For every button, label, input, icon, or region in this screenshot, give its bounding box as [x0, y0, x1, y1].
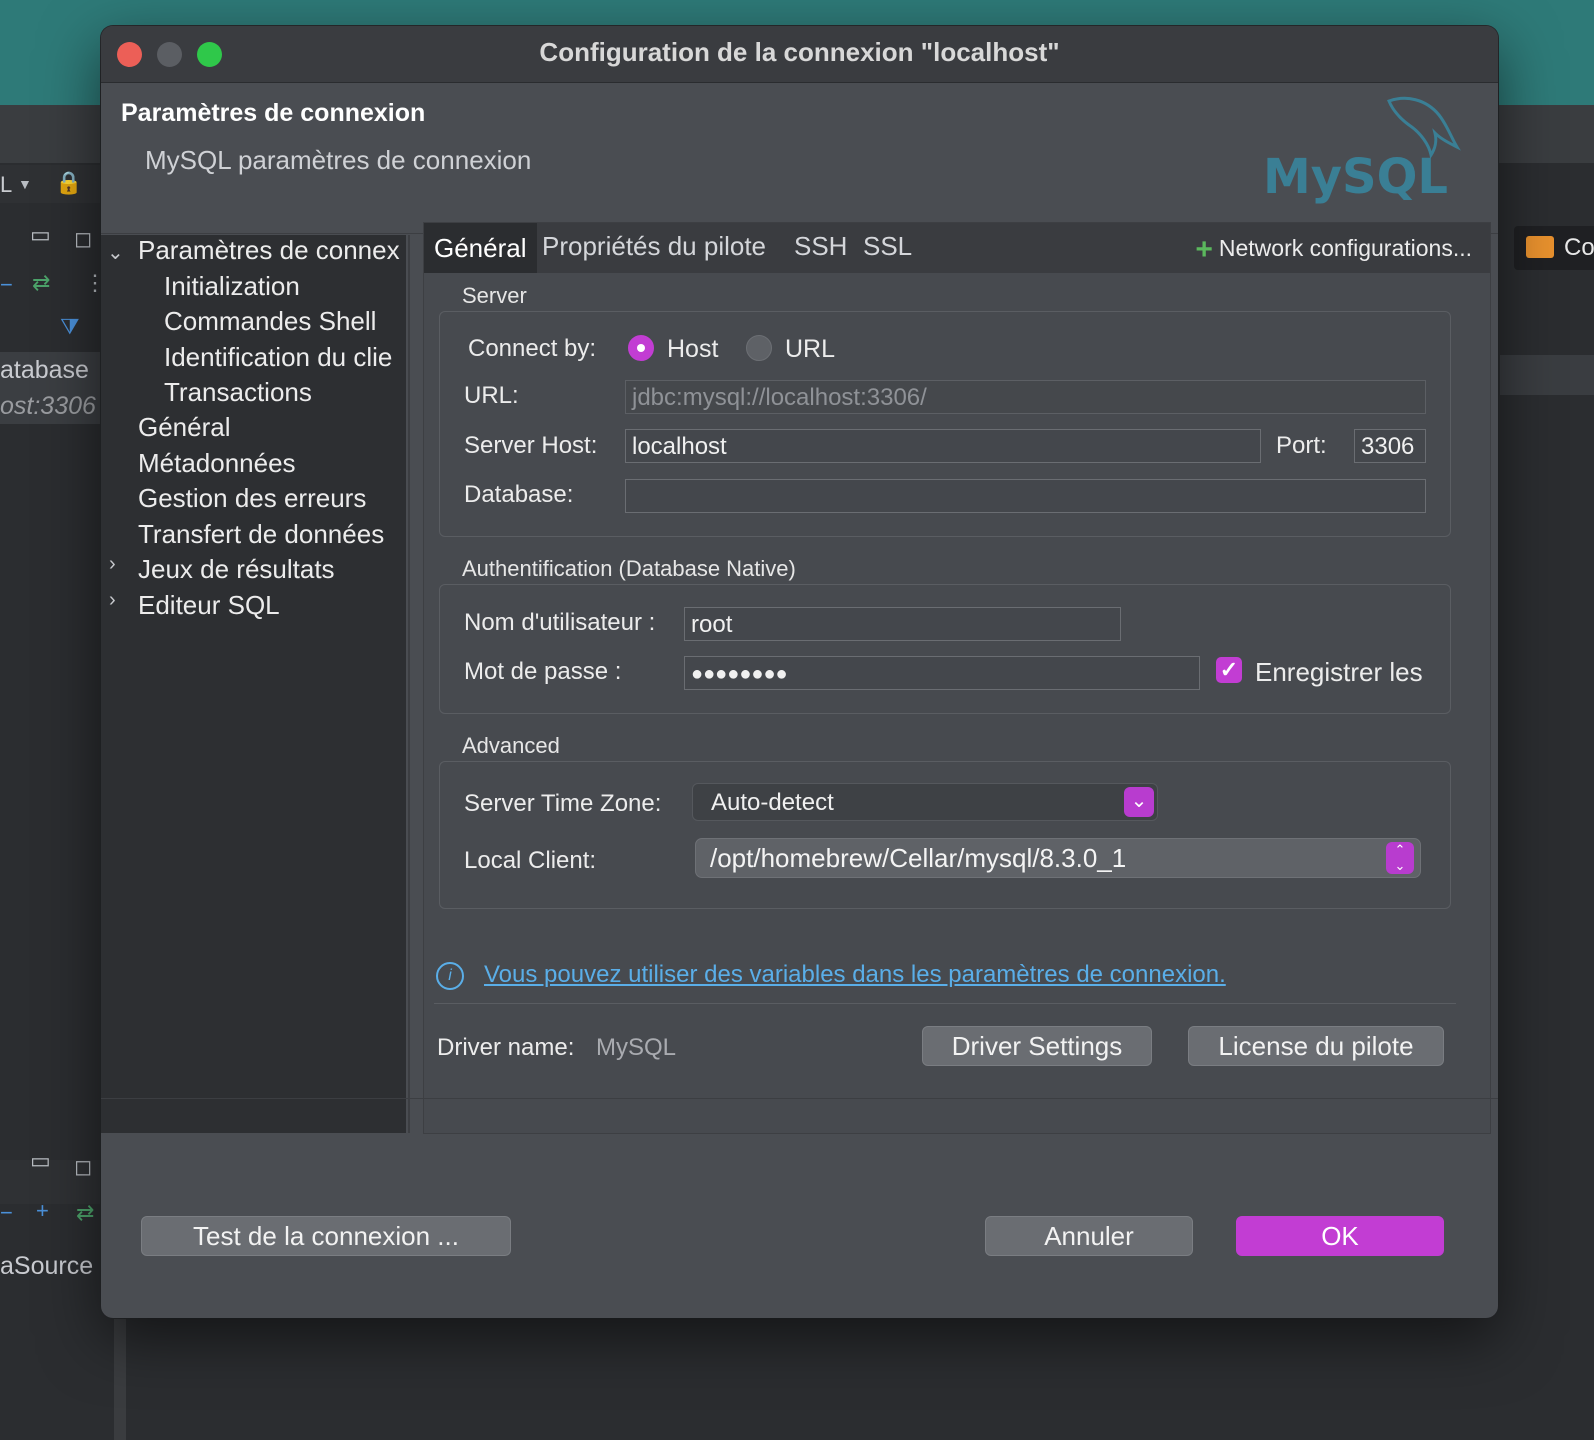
header-title: Paramètres de connexion — [121, 99, 426, 127]
tab-ssh[interactable]: SSH — [794, 231, 847, 262]
chevron-right-icon[interactable]: › — [109, 553, 116, 576]
background-tree-label: aSource — [0, 1252, 94, 1280]
database-input[interactable] — [625, 479, 1426, 513]
password-label: Mot de passe : — [464, 658, 622, 685]
filter-icon[interactable]: ⧩ — [60, 314, 80, 340]
dialog-title: Configuration de la connexion "localhost… — [539, 37, 1060, 67]
sidebar-splitter[interactable] — [408, 235, 410, 1133]
variables-help-link[interactable]: Vous pouvez utiliser des variables dans … — [484, 961, 1226, 989]
advanced-group-label: Advanced — [462, 733, 560, 758]
username-label: Nom d'utilisateur : — [464, 609, 656, 636]
info-icon: i — [436, 962, 464, 990]
tree-item-data-transfer[interactable]: Transfert de données — [138, 519, 384, 550]
port-label: Port: — [1276, 432, 1327, 459]
driver-license-button[interactable]: License du pilote — [1188, 1026, 1444, 1066]
driver-settings-button[interactable]: Driver Settings — [922, 1026, 1152, 1066]
tab-general[interactable]: Général — [424, 223, 537, 273]
background-divider — [114, 1300, 126, 1440]
tab-driver-properties[interactable]: Propriétés du pilote — [542, 231, 766, 262]
local-client-value: /opt/homebrew/Cellar/mysql/8.3.0_1 — [710, 843, 1127, 873]
url-radio-label[interactable]: URL — [785, 335, 835, 364]
timezone-select[interactable]: Auto-detect — [692, 783, 1158, 821]
separator — [434, 1003, 1456, 1004]
connection-config-dialog: Configuration de la connexion "localhost… — [101, 26, 1498, 1318]
url-field[interactable]: jdbc:mysql://localhost:3306/ — [625, 380, 1426, 414]
tree-item-sql-editor[interactable]: Editeur SQL — [138, 590, 280, 621]
tree-item-general[interactable]: Général — [138, 412, 231, 443]
background-tree-label: atabase — [0, 356, 89, 384]
save-password-checkbox[interactable]: ✓ — [1216, 657, 1242, 683]
maximize-panel-icon[interactable]: ◻ — [74, 226, 92, 252]
tree-item-error-handling[interactable]: Gestion des erreurs — [138, 483, 366, 514]
username-input[interactable]: root — [684, 607, 1121, 641]
background-left-toolbar — [0, 165, 102, 203]
dialog-header: Paramètres de connexion MySQL paramètres… — [101, 83, 1498, 234]
save-password-label[interactable]: Enregistrer les — [1255, 657, 1423, 688]
timezone-value: Auto-detect — [711, 789, 834, 816]
minimize-panel-icon[interactable]: ▭ — [30, 1148, 51, 1174]
password-input[interactable]: ●●●●●●●● — [684, 656, 1200, 690]
auth-group-label: Authentification (Database Native) — [462, 556, 796, 581]
main-settings-panel: Général Propriétés du pilote SSH SSL + Ne… — [423, 222, 1491, 1134]
footer-separator — [101, 1098, 1498, 1099]
cancel-button[interactable]: Annuler — [985, 1216, 1193, 1256]
chevron-down-icon[interactable]: ⌄ — [1124, 787, 1154, 817]
collapse-icon[interactable]: − — [0, 272, 13, 298]
background-right-selected — [1500, 355, 1594, 395]
tree-item-metadata[interactable]: Métadonnées — [138, 448, 296, 479]
ok-button[interactable]: OK — [1236, 1216, 1444, 1256]
local-client-select[interactable]: /opt/homebrew/Cellar/mysql/8.3.0_1 — [695, 838, 1421, 878]
tree-item-shell-commands[interactable]: Commandes Shell — [164, 306, 376, 337]
tree-item-transactions[interactable]: Transactions — [164, 377, 312, 408]
port-input[interactable]: 3306 — [1354, 429, 1426, 463]
url-radio[interactable] — [746, 335, 772, 361]
header-subtitle: MySQL paramètres de connexion — [145, 145, 532, 175]
minimize-panel-icon[interactable]: ▭ — [30, 222, 51, 248]
database-icon — [1526, 236, 1554, 258]
auth-group-box — [439, 584, 1451, 714]
network-configurations-label: Network configurations... — [1218, 235, 1472, 261]
link-icon[interactable]: ⇄ — [32, 270, 50, 296]
connect-by-label: Connect by: — [468, 335, 597, 362]
up-down-chevron-icon[interactable]: ⌃ ⌄ — [1386, 842, 1414, 874]
logo-text: MySQL — [1263, 149, 1448, 205]
tree-item-connection-settings[interactable]: Paramètres de connex — [138, 235, 400, 266]
background-tree-label: ost:3306 — [0, 392, 96, 420]
tab-bar: Général Propriétés du pilote SSH SSL + Ne… — [424, 223, 1490, 273]
server-host-input[interactable]: localhost — [625, 429, 1261, 463]
chevron-right-icon[interactable]: › — [109, 589, 116, 612]
host-radio-label[interactable]: Host — [667, 335, 718, 364]
tab-ssl[interactable]: SSL — [863, 231, 912, 262]
add-icon[interactable]: + — [36, 1198, 49, 1224]
timezone-label: Server Time Zone: — [464, 790, 662, 817]
lock-icon[interactable]: 🔒 — [55, 170, 82, 196]
plus-icon: + — [1195, 233, 1213, 266]
local-client-label: Local Client: — [464, 847, 597, 874]
network-configurations-button[interactable]: + Network configurations... — [1195, 233, 1472, 267]
dialog-titlebar: Configuration de la connexion "localhost… — [101, 26, 1498, 83]
maximize-panel-icon[interactable]: ◻ — [74, 1154, 92, 1180]
collapse-icon[interactable]: − — [0, 1200, 13, 1226]
tree-item-client-identification[interactable]: Identification du clie — [164, 342, 392, 373]
database-label: Database: — [464, 481, 574, 508]
url-label: URL: — [464, 382, 519, 409]
background-left-letter: L — [0, 172, 13, 197]
server-host-label: Server Host: — [464, 432, 598, 459]
link-icon[interactable]: ⇄ — [76, 1200, 94, 1226]
server-group-label: Server — [462, 283, 527, 308]
driver-name-value: MySQL — [596, 1034, 677, 1061]
host-radio[interactable] — [628, 335, 654, 361]
tree-item-initialization[interactable]: Initialization — [164, 271, 300, 302]
driver-name-label: Driver name: — [437, 1034, 575, 1061]
tree-item-result-sets[interactable]: Jeux de résultats — [138, 554, 335, 585]
settings-tree: ⌄ Paramètres de connex Initialization Co… — [101, 235, 406, 1133]
chevron-down-icon[interactable]: ⌄ — [107, 240, 124, 265]
mysql-logo: MySQL — [1263, 96, 1461, 205]
dropdown-arrow-icon: ▼ — [18, 176, 32, 192]
test-connection-button[interactable]: Test de la connexion ... — [141, 1216, 511, 1256]
